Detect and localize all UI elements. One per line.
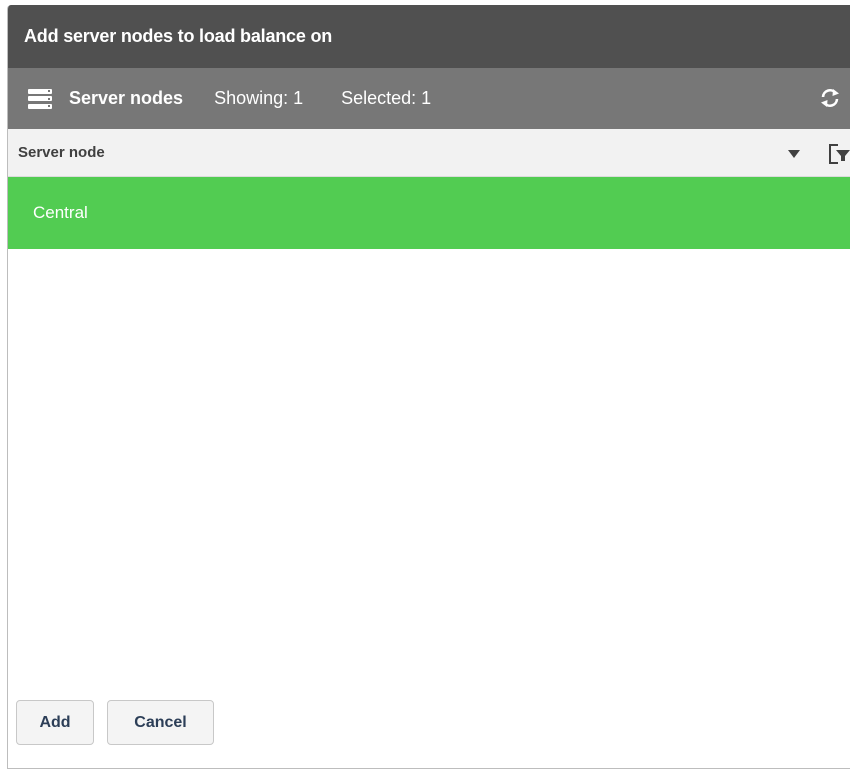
dialog-title: Add server nodes to load balance on [24, 26, 333, 46]
showing-count: Showing: 1 [214, 88, 304, 108]
table-row[interactable]: Central [8, 177, 850, 249]
cancel-button[interactable]: Cancel [107, 700, 214, 745]
sort-descending-icon[interactable] [788, 150, 800, 158]
selected-count: Selected: 1 [341, 88, 432, 108]
column-header-label: Server node [18, 144, 105, 161]
add-server-nodes-dialog: Add server nodes to load balance on Serv… [7, 5, 850, 769]
filter-icon[interactable] [828, 143, 850, 165]
list-toolbar: Server nodes Showing: 1 Selected: 1 [8, 68, 850, 129]
server-list-icon [28, 88, 52, 109]
refresh-icon[interactable] [818, 86, 842, 110]
add-button[interactable]: Add [16, 700, 94, 745]
section-name: Server nodes [69, 88, 184, 108]
server-node-cell: Central [33, 203, 88, 222]
column-header-server-node[interactable]: Server node [8, 129, 850, 177]
dialog-footer: Add Cancel [8, 700, 850, 768]
dialog-title-bar: Add server nodes to load balance on [8, 5, 850, 68]
